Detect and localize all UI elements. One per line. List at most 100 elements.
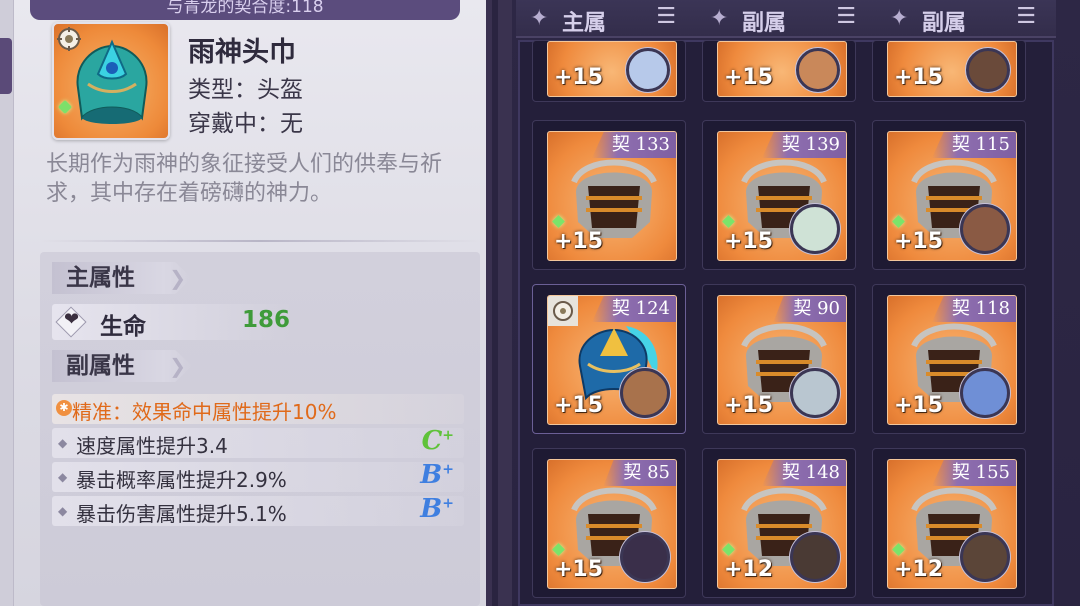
tab-label: 副属 [742, 11, 787, 36]
character-avatar [960, 368, 1010, 418]
enhance-level: +15 [724, 393, 774, 418]
equipment-slot[interactable]: 契 115 +15 [872, 120, 1026, 270]
sub-attr-header: 副属性 ❯ [52, 350, 192, 382]
section-divider [40, 240, 480, 242]
equipment-card[interactable]: 契 115 +15 [887, 131, 1017, 261]
star-icon: ✦ [530, 6, 549, 31]
bullet-icon: ◆ [58, 470, 68, 484]
sub-attr-row: ◆ 暴击伤害属性提升5.1% B+ [52, 494, 464, 526]
equipment-list-panel: ✦ 主属 ☰ ✦ 副属 ☰ ✦ 副属 ☰ +15 +15 +15 契 133 +… [498, 0, 1080, 606]
panel-edge [498, 0, 512, 606]
sub-attr-header-label: 副属性 [66, 353, 135, 379]
sub-attr-row: ◆ 速度属性提升3.4 C+ [52, 426, 464, 458]
enhance-level: +12 [894, 557, 944, 582]
tab-label: 主属 [562, 11, 607, 36]
equipment-slot[interactable]: 契 139 +15 [702, 120, 856, 270]
tab-label: 副属 [922, 11, 967, 36]
character-avatar [620, 532, 670, 582]
item-type: 类型：头盔 [188, 77, 303, 103]
grade-letter: C [421, 426, 443, 456]
pact-badge: 契 139 [761, 132, 846, 158]
sub-attr-text: 精准：效果命中属性提升10% [72, 400, 337, 424]
equipment-card[interactable]: +15 [887, 41, 1017, 97]
set-effect-icon: ✱ [56, 400, 72, 416]
equipment-slot[interactable]: 契 133 +15 [532, 120, 686, 270]
quality-gem-icon [892, 543, 905, 556]
sort-icon[interactable]: ☰ [1016, 4, 1036, 29]
equipment-card[interactable]: 契 90 +15 [717, 295, 847, 425]
tab-sub-attr-filter-2[interactable]: ✦ 副属 ☰ [876, 0, 1046, 38]
character-avatar [620, 368, 670, 418]
enhance-level: +15 [554, 557, 604, 582]
equipment-card[interactable]: 契 148 +12 [717, 459, 847, 589]
star-icon: ✦ [710, 6, 729, 31]
character-avatar [960, 532, 1010, 582]
equipment-card[interactable]: 契 124 +15 [547, 295, 677, 425]
equipment-slot-selected[interactable]: 契 124 +15 [532, 284, 686, 434]
enhance-level: +12 [724, 557, 774, 582]
sort-icon[interactable]: ☰ [656, 4, 676, 29]
equipment-slot[interactable]: +15 [702, 40, 856, 102]
enhance-level: +15 [554, 393, 604, 418]
pact-badge: 契 90 [773, 296, 846, 322]
equipment-card[interactable]: 契 118 +15 [887, 295, 1017, 425]
equipment-slot[interactable]: +15 [872, 40, 1026, 102]
equipment-slot[interactable]: +15 [532, 40, 686, 102]
item-thumbnail [52, 22, 170, 140]
equipment-slot[interactable]: 契 85 +15 [532, 448, 686, 598]
character-avatar [626, 48, 670, 92]
main-stat-name: 生命 [100, 314, 146, 340]
pact-badge: 契 133 [591, 132, 676, 158]
equipment-slot[interactable]: 契 148 +12 [702, 448, 856, 598]
equipment-card[interactable]: +15 [717, 41, 847, 97]
main-stat-value: 186 [242, 307, 291, 333]
pact-badge: 契 118 [931, 296, 1016, 322]
equipment-card[interactable]: 契 85 +15 [547, 459, 677, 589]
pact-badge: 契 85 [603, 460, 676, 486]
heart-icon: ❤ [64, 309, 80, 330]
character-avatar [960, 204, 1010, 254]
main-attr-header: 主属性 ❯ [52, 262, 192, 294]
bullet-icon: ◆ [58, 504, 68, 518]
equipment-card[interactable]: 契 155 +12 [887, 459, 1017, 589]
equipment-card[interactable]: 契 133 +15 [547, 131, 677, 261]
sub-attr-text: 暴击伤害属性提升5.1% [76, 502, 287, 526]
tab-main-attr-filter[interactable]: ✦ 主属 ☰ [516, 0, 686, 38]
quality-gem-icon [722, 215, 735, 228]
pact-badge: 契 124 [591, 296, 676, 322]
quality-gem-icon [892, 215, 905, 228]
quality-gem-icon [552, 215, 565, 228]
item-description: 长期作为雨神的象征接受人们的供奉与祈求，其中存在着磅礴的神力。 [46, 152, 443, 206]
quality-gem-icon [722, 543, 735, 556]
sub-attr-text: 速度属性提升3.4 [76, 434, 228, 458]
star-icon: ✦ [890, 6, 909, 31]
character-avatar [790, 368, 840, 418]
equipment-card[interactable]: +15 [547, 41, 677, 97]
grade-letter: B [420, 494, 443, 524]
sub-attr-row: ◆ 暴击概率属性提升2.9% B+ [52, 460, 464, 492]
sort-icon[interactable]: ☰ [836, 4, 856, 29]
pact-badge: 契 115 [931, 132, 1016, 158]
equipment-detail-panel: 与青龙的契合度:118 雨神头巾 类型：头盔 穿戴中：无 长期作为雨神的象征接受… [0, 0, 492, 606]
enhance-level: +15 [554, 229, 604, 254]
enhance-level: +15 [554, 65, 604, 90]
main-attr-header-label: 主属性 [66, 265, 135, 291]
equipment-slot[interactable]: 契 155 +12 [872, 448, 1026, 598]
equipment-slot[interactable]: 契 118 +15 [872, 284, 1026, 434]
quality-gem-icon [552, 543, 565, 556]
side-tab-handle[interactable] [0, 38, 12, 94]
affinity-banner: 与青龙的契合度:118 [30, 0, 460, 20]
equipment-slot[interactable]: 契 90 +15 [702, 284, 856, 434]
equipment-card[interactable]: 契 139 +15 [717, 131, 847, 261]
enhance-level: +15 [724, 229, 774, 254]
enhance-level: +15 [724, 65, 774, 90]
character-avatar [966, 48, 1010, 92]
item-wearer: 穿戴中：无 [188, 111, 303, 137]
grade-badge: B+ [420, 494, 454, 524]
enhance-level: +15 [894, 393, 944, 418]
left-edge-strip [0, 0, 14, 606]
grade-badge: B+ [420, 460, 454, 490]
tab-sub-attr-filter-1[interactable]: ✦ 副属 ☰ [696, 0, 866, 38]
character-avatar [790, 204, 840, 254]
main-attr-row: ❤ 生命 186 [52, 304, 292, 340]
